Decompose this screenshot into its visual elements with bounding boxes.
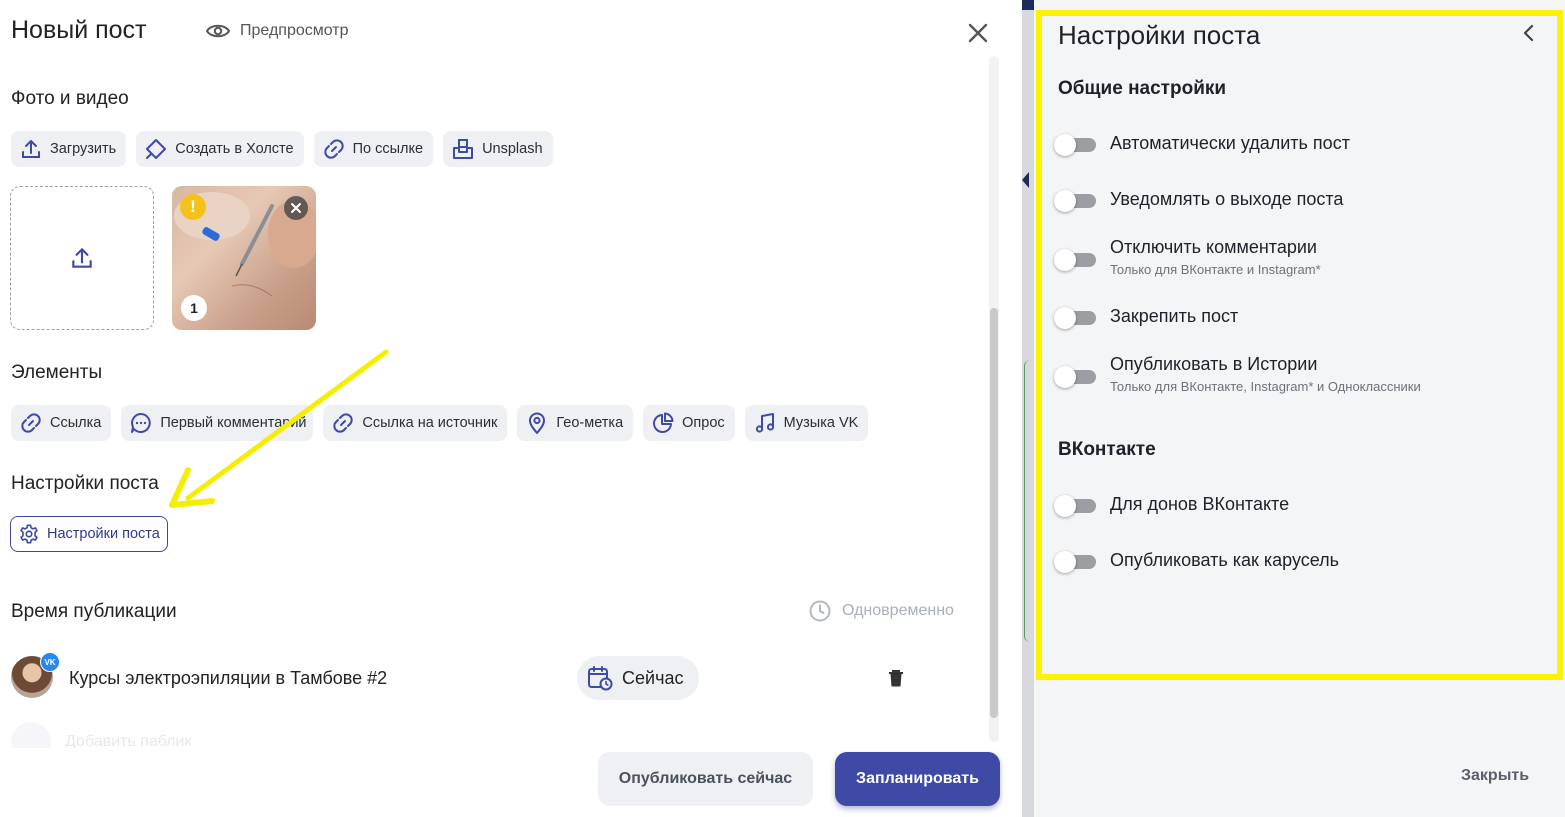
warning-icon: ! (180, 194, 206, 220)
poll-icon (653, 412, 674, 433)
media-thumbnail[interactable]: ! 1 (172, 186, 316, 330)
vk-music-label: Музыка VK (783, 415, 859, 431)
add-public-icon (11, 722, 51, 748)
by-link-label: По ссылке (352, 141, 424, 157)
unsplash-label: Unsplash (482, 141, 543, 157)
upload-label: Загрузить (50, 141, 117, 157)
by-link-button[interactable]: По ссылке (313, 131, 434, 167)
location-pin-icon (529, 412, 546, 434)
post-settings-button[interactable]: Настройки поста (10, 516, 168, 552)
media-drop-zone[interactable] (10, 186, 154, 330)
panel-divider (1022, 0, 1034, 817)
elements-heading: Элементы (11, 362, 103, 383)
gear-icon (20, 524, 38, 544)
divider-outline (1024, 360, 1030, 642)
media-index-badge: 1 (181, 295, 207, 321)
close-icon[interactable] (965, 20, 991, 46)
comment-icon (131, 413, 152, 433)
close-button[interactable]: Закрыть (1461, 767, 1529, 785)
publish-time-picker[interactable]: Сейчас (577, 656, 700, 700)
account-row: VK Курсы электроэпиляции в Тамбове #2 Се… (11, 652, 941, 702)
add-public-label: Добавить паблик (65, 733, 192, 748)
remove-media-button[interactable] (284, 196, 308, 220)
preview-button[interactable]: Предпросмотр (206, 22, 349, 40)
poll-label: Опрос (682, 415, 725, 431)
media-heading: Фото и видео (11, 88, 129, 109)
divider-marker (1022, 172, 1029, 188)
preview-label: Предпросмотр (240, 22, 349, 39)
divider-strip (1022, 0, 1034, 10)
eye-icon (206, 24, 230, 38)
simultaneous-toggle[interactable]: Одновременно (808, 599, 954, 623)
publish-now-button[interactable]: Опубликовать сейчас (598, 752, 813, 806)
canvas-icon (146, 139, 167, 159)
upload-icon (22, 140, 40, 158)
poll-button[interactable]: Опрос (643, 405, 735, 441)
element-buttons: Ссылка Первый комментарий Ссылка на исто… (11, 405, 869, 441)
vk-badge: VK (40, 652, 60, 672)
unsplash-button[interactable]: Unsplash (443, 131, 553, 167)
scrollbar-thumb[interactable] (990, 308, 998, 718)
create-in-canvas-label: Создать в Холсте (175, 141, 294, 157)
link-icon (323, 139, 344, 159)
unsplash-icon (453, 139, 474, 159)
highlight-frame (1036, 10, 1563, 680)
add-public-row[interactable]: Добавить паблик (11, 718, 311, 748)
vk-music-button[interactable]: Музыка VK (744, 405, 869, 441)
post-settings-heading: Настройки поста (11, 473, 159, 494)
calendar-clock-icon (588, 666, 613, 691)
account-name: Курсы электроэпиляции в Тамбове #2 (69, 668, 388, 688)
link-icon (333, 413, 353, 433)
music-note-icon (755, 413, 774, 433)
first-comment-button[interactable]: Первый комментарий (121, 405, 314, 441)
trash-icon[interactable] (887, 668, 905, 688)
link-element-button[interactable]: Ссылка (11, 405, 112, 441)
create-in-canvas-button[interactable]: Создать в Холсте (136, 131, 304, 167)
link-element-label: Ссылка (50, 415, 102, 431)
first-comment-label: Первый комментарий (160, 415, 307, 431)
upload-button[interactable]: Загрузить (11, 131, 127, 167)
close-icon (291, 203, 301, 213)
post-editor: Новый пост Предпросмотр Фото и видео Заг… (0, 0, 1022, 817)
geo-tag-button[interactable]: Гео-метка (517, 405, 634, 441)
upload-icon (72, 248, 92, 268)
media-buttons: Загрузить Создать в Холсте По ссылке Uns… (11, 131, 553, 167)
simultaneous-label: Одновременно (842, 602, 954, 619)
clock-icon (809, 600, 831, 622)
link-icon (21, 413, 41, 433)
source-link-label: Ссылка на источник (362, 415, 498, 431)
publish-time-heading: Время публикации (11, 601, 177, 622)
source-link-button[interactable]: Ссылка на источник (323, 405, 508, 441)
schedule-button[interactable]: Запланировать (835, 752, 1000, 806)
page-title: Новый пост (11, 16, 147, 44)
publish-time-label: Сейчас (622, 667, 684, 688)
post-settings-label: Настройки поста (47, 526, 160, 542)
geo-tag-label: Гео-метка (556, 415, 624, 431)
